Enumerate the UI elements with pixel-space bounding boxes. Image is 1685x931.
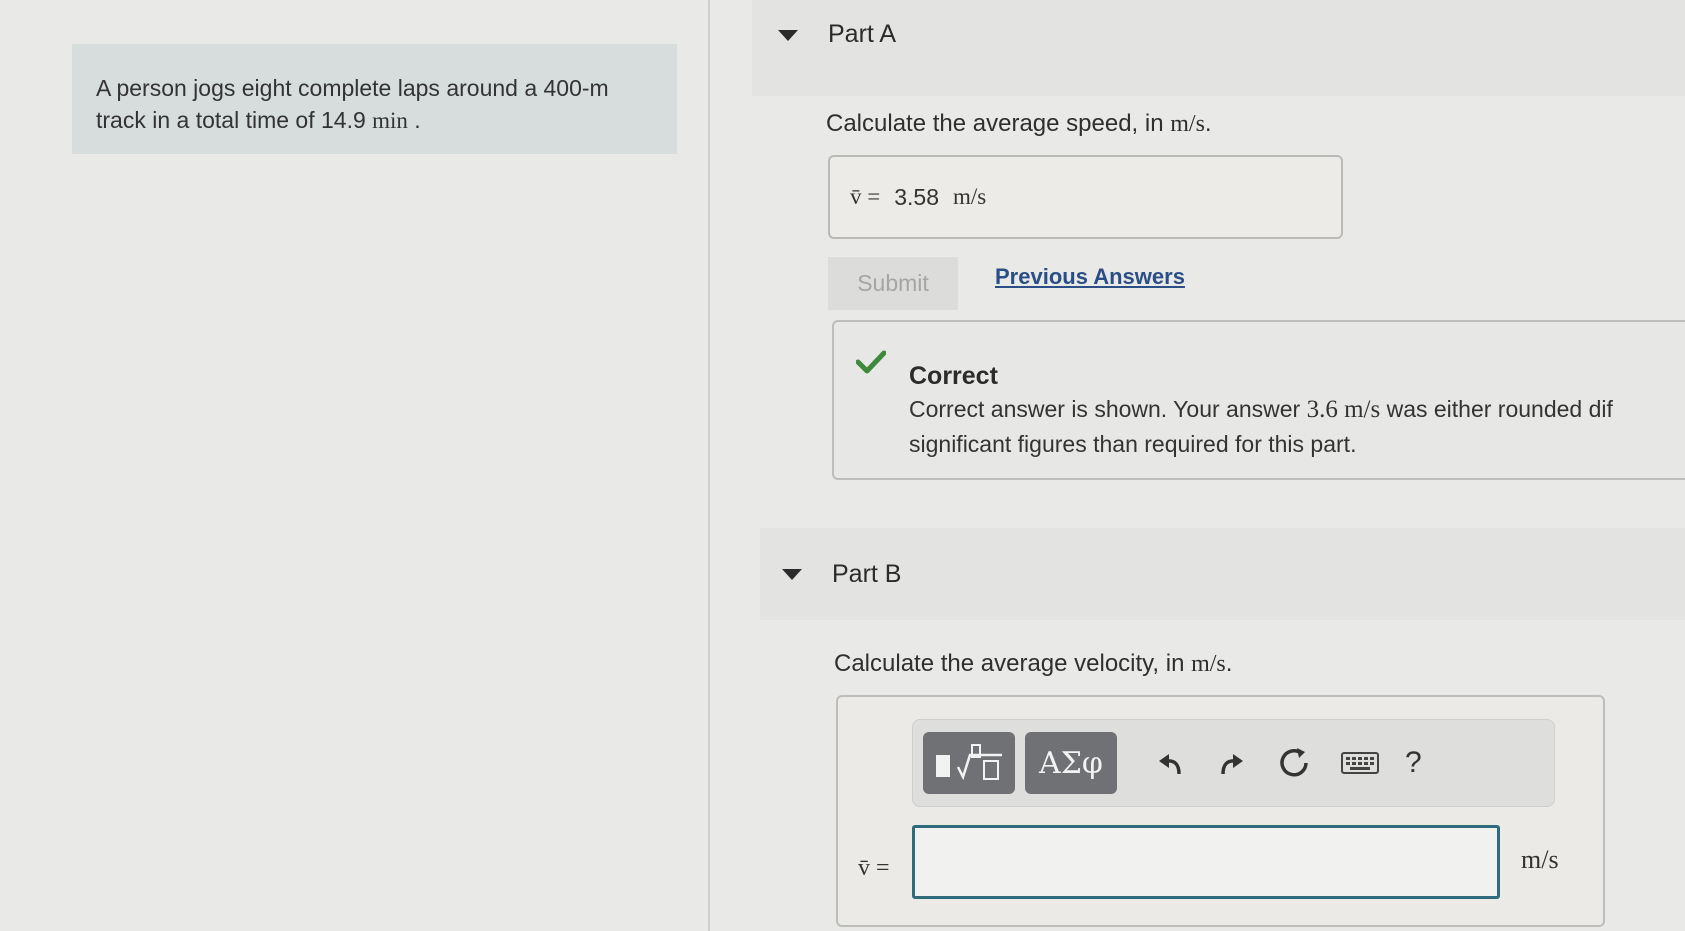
help-button[interactable]: ? xyxy=(1405,746,1422,780)
redo-icon xyxy=(1221,754,1243,775)
keyboard-button[interactable] xyxy=(1333,732,1387,794)
problem-column: A person jogs eight complete laps around… xyxy=(0,0,708,931)
answer-unit: m/s xyxy=(953,184,987,209)
reset-button[interactable] xyxy=(1267,732,1321,794)
submit-button[interactable]: Submit xyxy=(828,257,958,310)
part-b-title: Part B xyxy=(832,559,902,588)
redo-button[interactable] xyxy=(1205,732,1259,794)
templates-icon xyxy=(936,744,1002,781)
part-a-title: Part A xyxy=(828,20,897,48)
answer-value: 3.58 xyxy=(894,183,939,210)
problem-line-1: A person jogs eight complete laps around… xyxy=(96,75,609,101)
undo-icon xyxy=(1159,754,1181,775)
collapse-caret-icon[interactable] xyxy=(782,568,802,580)
part-a-answer-field[interactable]: v̄ = 3.58 m/s xyxy=(828,155,1343,239)
reset-icon xyxy=(1280,748,1308,777)
symbols-button[interactable]: ΑΣφ xyxy=(1025,732,1117,794)
answer-label: v̄ = xyxy=(850,184,881,209)
part-a-header[interactable]: Part A xyxy=(752,0,1685,96)
templates-button[interactable] xyxy=(923,732,1015,794)
keyboard-icon xyxy=(1341,752,1379,774)
math-toolbar: ΑΣφ ? xyxy=(912,719,1555,807)
feedback-status: Correct xyxy=(909,362,998,390)
part-a-prompt: Calculate the average speed, in m/s. xyxy=(826,110,1212,137)
part-b-header[interactable]: Part B xyxy=(760,528,1685,620)
undo-button[interactable] xyxy=(1143,732,1197,794)
velocity-unit: m/s xyxy=(1521,845,1559,874)
part-b-answer-panel: ΑΣφ ? v̄ = m/s xyxy=(836,695,1605,927)
feedback-message: Correct answer is shown. Your answer 3.6… xyxy=(909,396,1613,457)
collapse-caret-icon[interactable] xyxy=(778,30,798,41)
previous-answers-link[interactable]: Previous Answers xyxy=(995,264,1185,290)
part-b-prompt: Calculate the average velocity, in m/s. xyxy=(834,650,1233,677)
problem-line-2: track in a total time of 14.9 min . xyxy=(96,107,421,133)
problem-statement: A person jogs eight complete laps around… xyxy=(72,44,677,154)
velocity-answer-input[interactable] xyxy=(912,825,1500,899)
checkmark-icon xyxy=(856,350,886,374)
column-divider xyxy=(708,0,710,931)
feedback-panel: Correct Correct answer is shown. Your an… xyxy=(832,320,1685,480)
time-unit: min xyxy=(372,108,408,133)
velocity-label: v̄ = xyxy=(858,855,890,881)
